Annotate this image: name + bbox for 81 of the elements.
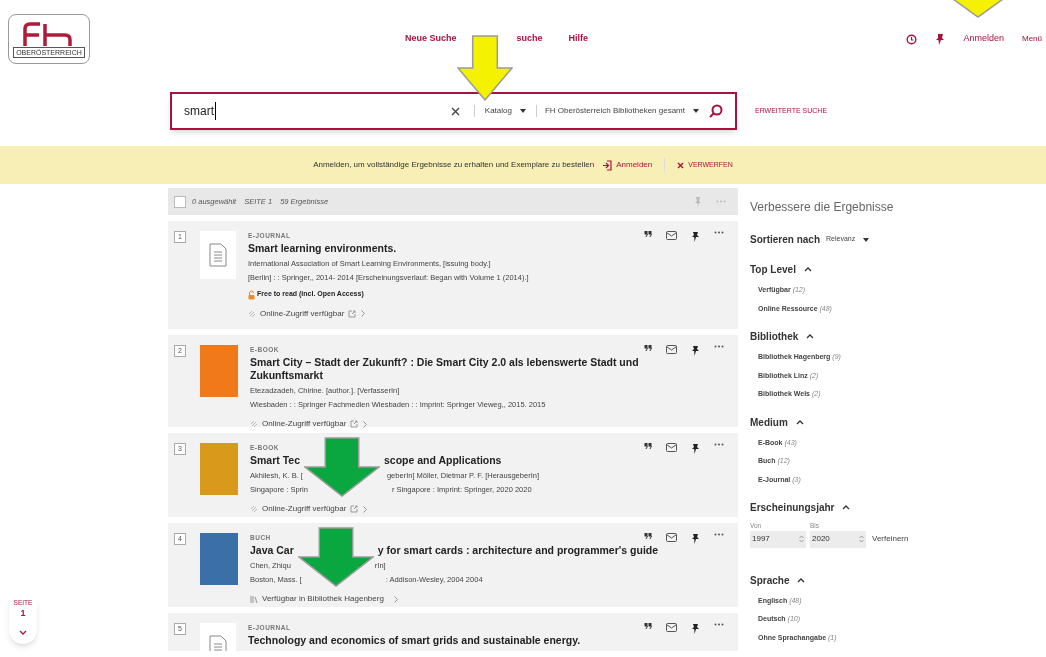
facet-heading[interactable]: Erscheinungsjahr — [750, 500, 835, 515]
pin-icon[interactable] — [935, 33, 946, 45]
result-title[interactable]: Smart City – Stadt der Zukunft? : Die Smart City 2.0 als lebenswerte Stadt und Zukunftsmarkt — [250, 355, 640, 382]
result-title[interactable]: Technology and economics of smart grids and sustainable energy. — [248, 633, 581, 647]
nav-link[interactable]: Hilfe — [568, 32, 589, 46]
pin-icon[interactable] — [691, 231, 700, 242]
chevron-right-icon — [361, 310, 366, 318]
nav-link[interactable]: suche — [516, 32, 543, 46]
availability-link[interactable]: Verfügbar in Bibliothek Hagenberg — [262, 593, 384, 606]
padlock-icon — [248, 289, 255, 300]
mail-icon[interactable] — [666, 443, 677, 452]
more-icon[interactable] — [714, 231, 724, 234]
more-icon[interactable] — [714, 345, 724, 348]
scope-dropdown[interactable]: Katalog — [473, 105, 512, 117]
result-title[interactable]: Smart learning environments. — [248, 241, 397, 255]
chevron-up-icon[interactable] — [803, 267, 812, 272]
chevron-up-icon[interactable] — [795, 419, 804, 425]
more-icon[interactable] — [714, 533, 724, 536]
search-icon[interactable] — [709, 104, 723, 118]
chevron-up-icon[interactable] — [797, 577, 806, 583]
pin-icon[interactable] — [691, 345, 700, 356]
quote-icon[interactable] — [644, 533, 652, 539]
facet-heading[interactable]: Medium — [750, 414, 788, 430]
library-dropdown[interactable]: FH Oberösterreich Bibliotheken gesamt — [535, 105, 685, 117]
document-icon — [209, 243, 227, 267]
sort-label: Sortieren nach — [750, 233, 821, 247]
pin-icon[interactable] — [691, 623, 700, 634]
online-access-link[interactable]: Online-Zugriff verfügbar — [260, 307, 345, 320]
caret-icon[interactable] — [519, 109, 526, 113]
online-access-link[interactable]: Online-Zugriff verfügbar — [262, 503, 347, 516]
chevron-right-icon — [363, 420, 368, 428]
login-link[interactable]: Anmelden — [963, 32, 1004, 46]
mail-icon[interactable] — [666, 623, 677, 632]
search-input[interactable]: smart — [184, 102, 216, 120]
mail-icon[interactable] — [666, 533, 677, 542]
select-all-checkbox[interactable] — [174, 195, 186, 208]
year-field[interactable]: 1997 — [750, 530, 806, 548]
more-icon[interactable] — [714, 623, 724, 626]
quote-icon[interactable] — [644, 345, 652, 351]
caret-icon[interactable] — [693, 109, 699, 113]
online-access-link[interactable]: Online-Zugriff verfügbar — [262, 418, 347, 431]
close-icon[interactable] — [677, 161, 685, 169]
menu-link[interactable]: Menü — [1022, 33, 1042, 45]
quote-icon[interactable] — [644, 231, 652, 237]
more-icon[interactable] — [714, 443, 724, 446]
quote-icon[interactable] — [644, 443, 652, 449]
chevron-right-icon — [393, 595, 398, 603]
result-title[interactable]: Java Car — [250, 543, 294, 557]
facet-heading[interactable]: Top Level — [750, 262, 796, 277]
mail-icon[interactable] — [666, 231, 677, 240]
nav-link[interactable]: Neue Suche — [405, 32, 457, 46]
result-title[interactable]: Smart Tec — [250, 453, 300, 467]
result-card[interactable] — [168, 335, 738, 427]
chevron-down-icon[interactable] — [19, 629, 27, 635]
history-icon[interactable] — [906, 33, 918, 45]
books-icon — [250, 595, 259, 604]
facet-heading[interactable]: Bibliothek — [750, 329, 799, 344]
quote-icon[interactable] — [644, 623, 652, 629]
refine-button[interactable]: Verfeinern — [872, 530, 909, 548]
pin-icon[interactable] — [691, 443, 700, 454]
result-title[interactable]: y for smart cards : architecture and programmer's guide — [377, 543, 659, 557]
sign-in-icon — [602, 159, 613, 171]
search-bar[interactable]: smart Katalog FH Oberösterreich Bibliotheken gesamt — [170, 92, 737, 130]
chevron-up-icon[interactable] — [806, 334, 815, 339]
chevron-up-icon[interactable] — [842, 505, 851, 510]
banner-login-link[interactable]: Anmelden — [616, 159, 653, 171]
page-number: 1 — [20, 607, 26, 618]
facet-heading[interactable]: Sprache — [750, 572, 790, 588]
external-link-icon — [348, 309, 357, 318]
chevron-right-icon — [363, 505, 368, 513]
close-icon[interactable] — [450, 106, 460, 116]
sidebar-title: Verbessere die Ergebnisse — [750, 199, 895, 216]
year-field[interactable]: 2020 — [810, 530, 866, 548]
external-link-icon — [350, 420, 359, 429]
result-card[interactable] — [168, 221, 738, 329]
pin-icon[interactable] — [691, 533, 700, 544]
caret-icon[interactable] — [863, 237, 870, 242]
result-title[interactable]: scope and Applications — [384, 453, 502, 467]
mail-icon[interactable] — [666, 345, 677, 354]
external-link-icon — [350, 505, 359, 514]
banner-message: Anmelden, um vollständige Ergebnisse zu erhalten und Exemplare zu bestellen — [313, 159, 595, 171]
